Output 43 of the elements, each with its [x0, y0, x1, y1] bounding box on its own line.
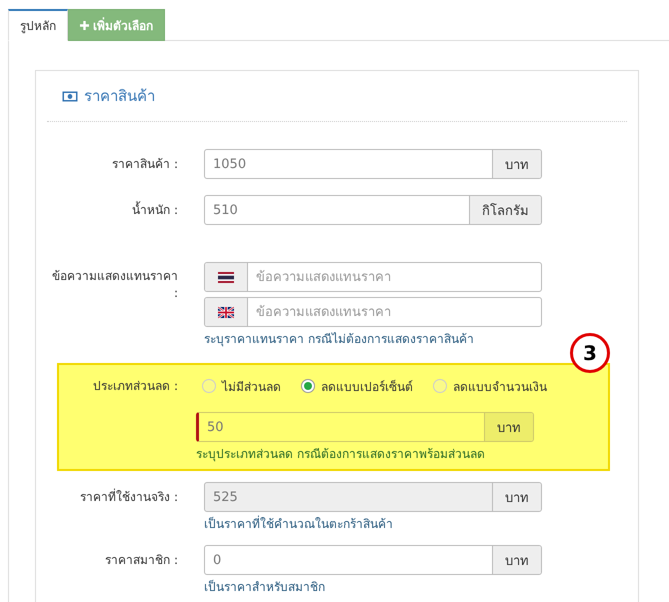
radio-option[interactable]: ลดแบบจำนวนเงิน [433, 376, 547, 396]
radio-button[interactable] [202, 379, 216, 393]
radio-button[interactable] [301, 379, 315, 393]
radio-button[interactable] [433, 379, 447, 393]
input-field[interactable]: 510 กิโลกรัม [204, 195, 542, 225]
plus-icon [80, 20, 89, 30]
text-input[interactable]: 50 [199, 413, 484, 441]
help-text: ระบุราคาแทนราคา กรณีไม่ต้องการแสดงราคาสินค้า [204, 331, 475, 347]
field-label: น้ำหนัก : [131, 200, 178, 219]
field-label: ราคาที่ใช้งานจริง : [79, 488, 178, 506]
input-field[interactable]: ข้อความแสดงแทนราคา [204, 262, 542, 292]
unit-label: บาท [492, 150, 541, 178]
text-input[interactable]: 1050 [205, 150, 492, 178]
thai-flag-icon [218, 272, 234, 282]
unit-label: กิโลกรัม [469, 196, 541, 224]
input-field[interactable]: 0 บาท [204, 545, 542, 575]
field-label: ราคาสินค้า : [111, 156, 178, 173]
radio-label: ไม่มีส่วนลด [222, 378, 281, 396]
radio-option[interactable]: ลดแบบเปอร์เซ็นต์ [301, 376, 413, 396]
help-text: เป็นราคาสำหรับสมาชิก [204, 579, 326, 595]
help-text: เป็นราคาที่ใช้คำนวณในตะกร้าสินค้า [204, 516, 394, 532]
text-input[interactable]: ข้อความแสดงแทนราคา [248, 263, 541, 291]
section-title: ราคาสินค้า [84, 86, 155, 107]
radio-option[interactable]: ไม่มีส่วนลด [202, 376, 281, 396]
input-field[interactable]: 1050 บาท [204, 149, 542, 179]
input-field[interactable]: 50 บาท [196, 412, 534, 442]
radio-label: ลดแบบจำนวนเงิน [453, 378, 547, 396]
unit-label: บาท [484, 413, 533, 441]
text-input[interactable]: 510 [205, 196, 469, 224]
radio-label: ลดแบบเปอร์เซ็นต์ [321, 378, 413, 396]
text-input[interactable]: 0 [205, 546, 492, 574]
input-field[interactable]: ข้อความแสดงแทนราคา [204, 297, 542, 327]
step-number-badge: 3 [570, 333, 610, 373]
unit-label: บาท [492, 483, 541, 511]
field-label: ประเภทส่วนลด : [92, 378, 178, 395]
text-input[interactable]: ข้อความแสดงแทนราคา [248, 298, 541, 326]
banknote-icon [62, 90, 78, 102]
field-label: ข้อความแสดงแทนราคา : [51, 268, 178, 302]
unit-label: บาท [492, 546, 541, 574]
tab[interactable]: รูปหลัก [8, 9, 68, 41]
uk-flag-icon [218, 306, 234, 318]
field-label: ราคาสมาชิก : [104, 552, 178, 569]
help-text: ระบุประเภทส่วนลด กรณีต้องการแสดงราคาพร้อมส่วนลด [196, 446, 486, 462]
